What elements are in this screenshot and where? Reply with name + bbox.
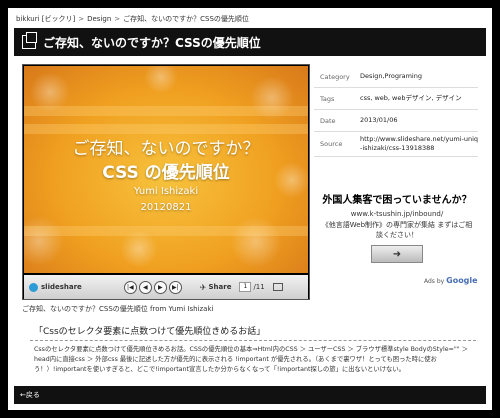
meta-row-date: Date 2013/01/06 bbox=[314, 110, 478, 132]
ad-go-button[interactable]: ➜ bbox=[371, 245, 423, 263]
breadcrumb: bikkuri [ビックリ] > Design > ご存知、ないのですか？CSSの優先順… bbox=[16, 14, 249, 24]
flower-decoration bbox=[144, 66, 178, 94]
ad-block[interactable]: 外国人集客で困っていませんか？ www.k-tsushin.jp/inbound… bbox=[320, 191, 474, 263]
slide-view[interactable]: ご存知、ないのですか？ CSS の優先順位 Yumi Ishizaki 2012… bbox=[24, 66, 308, 273]
slide-title-line2: CSS の優先順位 bbox=[102, 163, 230, 183]
next-slide-icon[interactable]: ▶| bbox=[168, 280, 182, 294]
player-controls: slideshare |◀ ◀ ▶ ▶| ✈ Share 1 /11 bbox=[24, 275, 308, 299]
meta-row-tags: Tags css, web, webデザイン, デザイン bbox=[314, 88, 478, 110]
slideshare-logo-icon bbox=[29, 282, 38, 292]
ad-url[interactable]: www.k-tsushin.jp/inbound/ bbox=[320, 210, 474, 218]
page-number-input[interactable]: 1 bbox=[239, 282, 252, 292]
flower-decoration bbox=[250, 76, 294, 120]
breadcrumb-separator: > bbox=[78, 15, 85, 23]
slideshare-logo-text: slideshare bbox=[41, 283, 82, 291]
play-icon[interactable]: ▶ bbox=[153, 280, 167, 294]
meta-row-category: Category Design,Programing bbox=[314, 66, 478, 88]
section-body: Cssのセレクタ要素に点数つけて優先順位きめるお話。CSSの優先順位の基本⇒Ht… bbox=[34, 346, 468, 373]
ad-body: 《他言語Web制作》の専門家が集結 まずはご相談ください！ bbox=[321, 221, 473, 239]
arrow-right-icon: ➜ bbox=[392, 248, 402, 260]
meta-value[interactable]: css, web, webデザイン, デザイン bbox=[360, 94, 478, 103]
flower-decoration bbox=[230, 216, 282, 268]
page-total: /11 bbox=[253, 283, 265, 291]
meta-row-source: Source http://www.slideshare.net/yumi-un… bbox=[314, 132, 478, 157]
meta-value[interactable]: Design,Programing bbox=[360, 72, 478, 81]
slideshow-caption[interactable]: ご存知、ないのですか？CSSの優先順位 from Yumi Ishizaki bbox=[22, 304, 213, 314]
page-copy-icon bbox=[22, 32, 37, 49]
breadcrumb-home[interactable]: bikkuri [ビックリ] bbox=[16, 15, 75, 23]
flower-decoration bbox=[120, 230, 158, 268]
slide-title-line1: ご存知、ないのですか？ bbox=[72, 139, 260, 159]
meta-key: Tags bbox=[320, 94, 335, 103]
title-bar: ご存知、ないのですか？CSSの優先順位 bbox=[14, 28, 486, 56]
share-label: Share bbox=[208, 283, 232, 291]
meta-table: Category Design,Programing Tags css, web… bbox=[314, 66, 478, 157]
ads-by-google[interactable]: Ads by Google bbox=[424, 276, 478, 285]
first-slide-icon[interactable]: |◀ bbox=[123, 280, 137, 294]
decor-band bbox=[24, 124, 308, 134]
meta-key: Category bbox=[320, 72, 350, 81]
meta-value[interactable]: http://www.slideshare.net/yumi-uniq-ishi… bbox=[360, 135, 478, 153]
back-link[interactable]: ←戻る bbox=[20, 390, 40, 400]
breadcrumb-category[interactable]: Design bbox=[87, 15, 111, 23]
page-title: ご存知、ないのですか？CSSの優先順位 bbox=[43, 35, 261, 50]
slide-navigation: |◀ ◀ ▶ ▶| bbox=[123, 280, 184, 294]
meta-key: Date bbox=[320, 116, 336, 125]
share-button[interactable]: ✈ Share bbox=[200, 283, 232, 292]
page-frame: bikkuri [ビックリ] > Design > ご存知、ないのですか？CSSの優先順… bbox=[8, 8, 492, 410]
ads-by-prefix: Ads by bbox=[424, 278, 445, 285]
fullscreen-icon[interactable] bbox=[272, 283, 283, 291]
meta-key: Source bbox=[320, 140, 343, 148]
google-logo: Google bbox=[446, 276, 478, 285]
slide-date: 20120821 bbox=[140, 202, 192, 213]
slideshow-embed[interactable]: ご存知、ないのですか？ CSS の優先順位 Yumi Ishizaki 2012… bbox=[22, 64, 310, 300]
breadcrumb-current: ご存知、ないのですか？CSSの優先順位 bbox=[123, 15, 249, 23]
prev-slide-icon[interactable]: ◀ bbox=[138, 280, 152, 294]
breadcrumb-separator: > bbox=[114, 15, 121, 23]
section-heading: 「Cssのセレクタ要素に点数つけて優先順位きめるお話」 bbox=[34, 327, 266, 337]
footer-bar: ←戻る bbox=[14, 386, 486, 404]
flower-decoration bbox=[30, 72, 70, 112]
slide-author: Yumi Ishizaki bbox=[133, 186, 199, 197]
meta-value: 2013/01/06 bbox=[360, 116, 398, 124]
ad-headline[interactable]: 外国人集客で困っていませんか？ bbox=[320, 191, 474, 206]
section-divider bbox=[30, 340, 476, 341]
share-icon: ✈ bbox=[199, 282, 207, 292]
slideshare-logo[interactable]: slideshare bbox=[29, 282, 82, 292]
flower-decoration bbox=[24, 216, 64, 266]
